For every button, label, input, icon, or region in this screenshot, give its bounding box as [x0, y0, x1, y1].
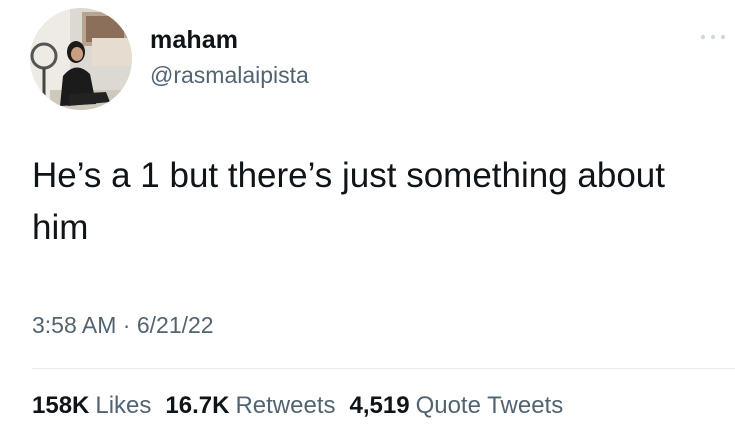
likes-stat[interactable]: 158K Likes — [32, 392, 151, 420]
avatar-photo-icon — [30, 8, 132, 110]
retweets-label: Retweets — [235, 392, 336, 419]
tweet-card: maham @rasmalaipista He’s a 1 but there’… — [0, 0, 735, 426]
quote-tweets-count: 4,519 — [349, 392, 410, 419]
tweet-text: He’s a 1 but there’s just something abou… — [32, 156, 675, 247]
quote-tweets-label: Quote Tweets — [415, 392, 564, 419]
tweet-time: 3:58 AM — [32, 312, 117, 338]
tweet-date: 6/21/22 — [136, 312, 214, 338]
retweets-stat[interactable]: 16.7K Retweets — [165, 392, 335, 420]
timestamp-separator: · — [122, 312, 131, 338]
likes-count: 158K — [32, 392, 90, 419]
engagement-stats: 158K Likes 16.7K Retweets 4,519 Quote Tweet… — [32, 392, 577, 420]
display-name[interactable]: maham — [150, 26, 238, 55]
more-dots-icon[interactable] — [698, 30, 728, 44]
tweet-timestamp[interactable]: 3:58 AM · 6/21/22 — [32, 312, 214, 339]
retweets-count: 16.7K — [165, 392, 230, 419]
user-handle[interactable]: @rasmalaipista — [150, 62, 309, 89]
avatar[interactable] — [30, 8, 132, 110]
quote-tweets-stat[interactable]: 4,519 Quote Tweets — [350, 392, 564, 420]
likes-label: Likes — [95, 392, 152, 419]
divider — [32, 368, 735, 369]
